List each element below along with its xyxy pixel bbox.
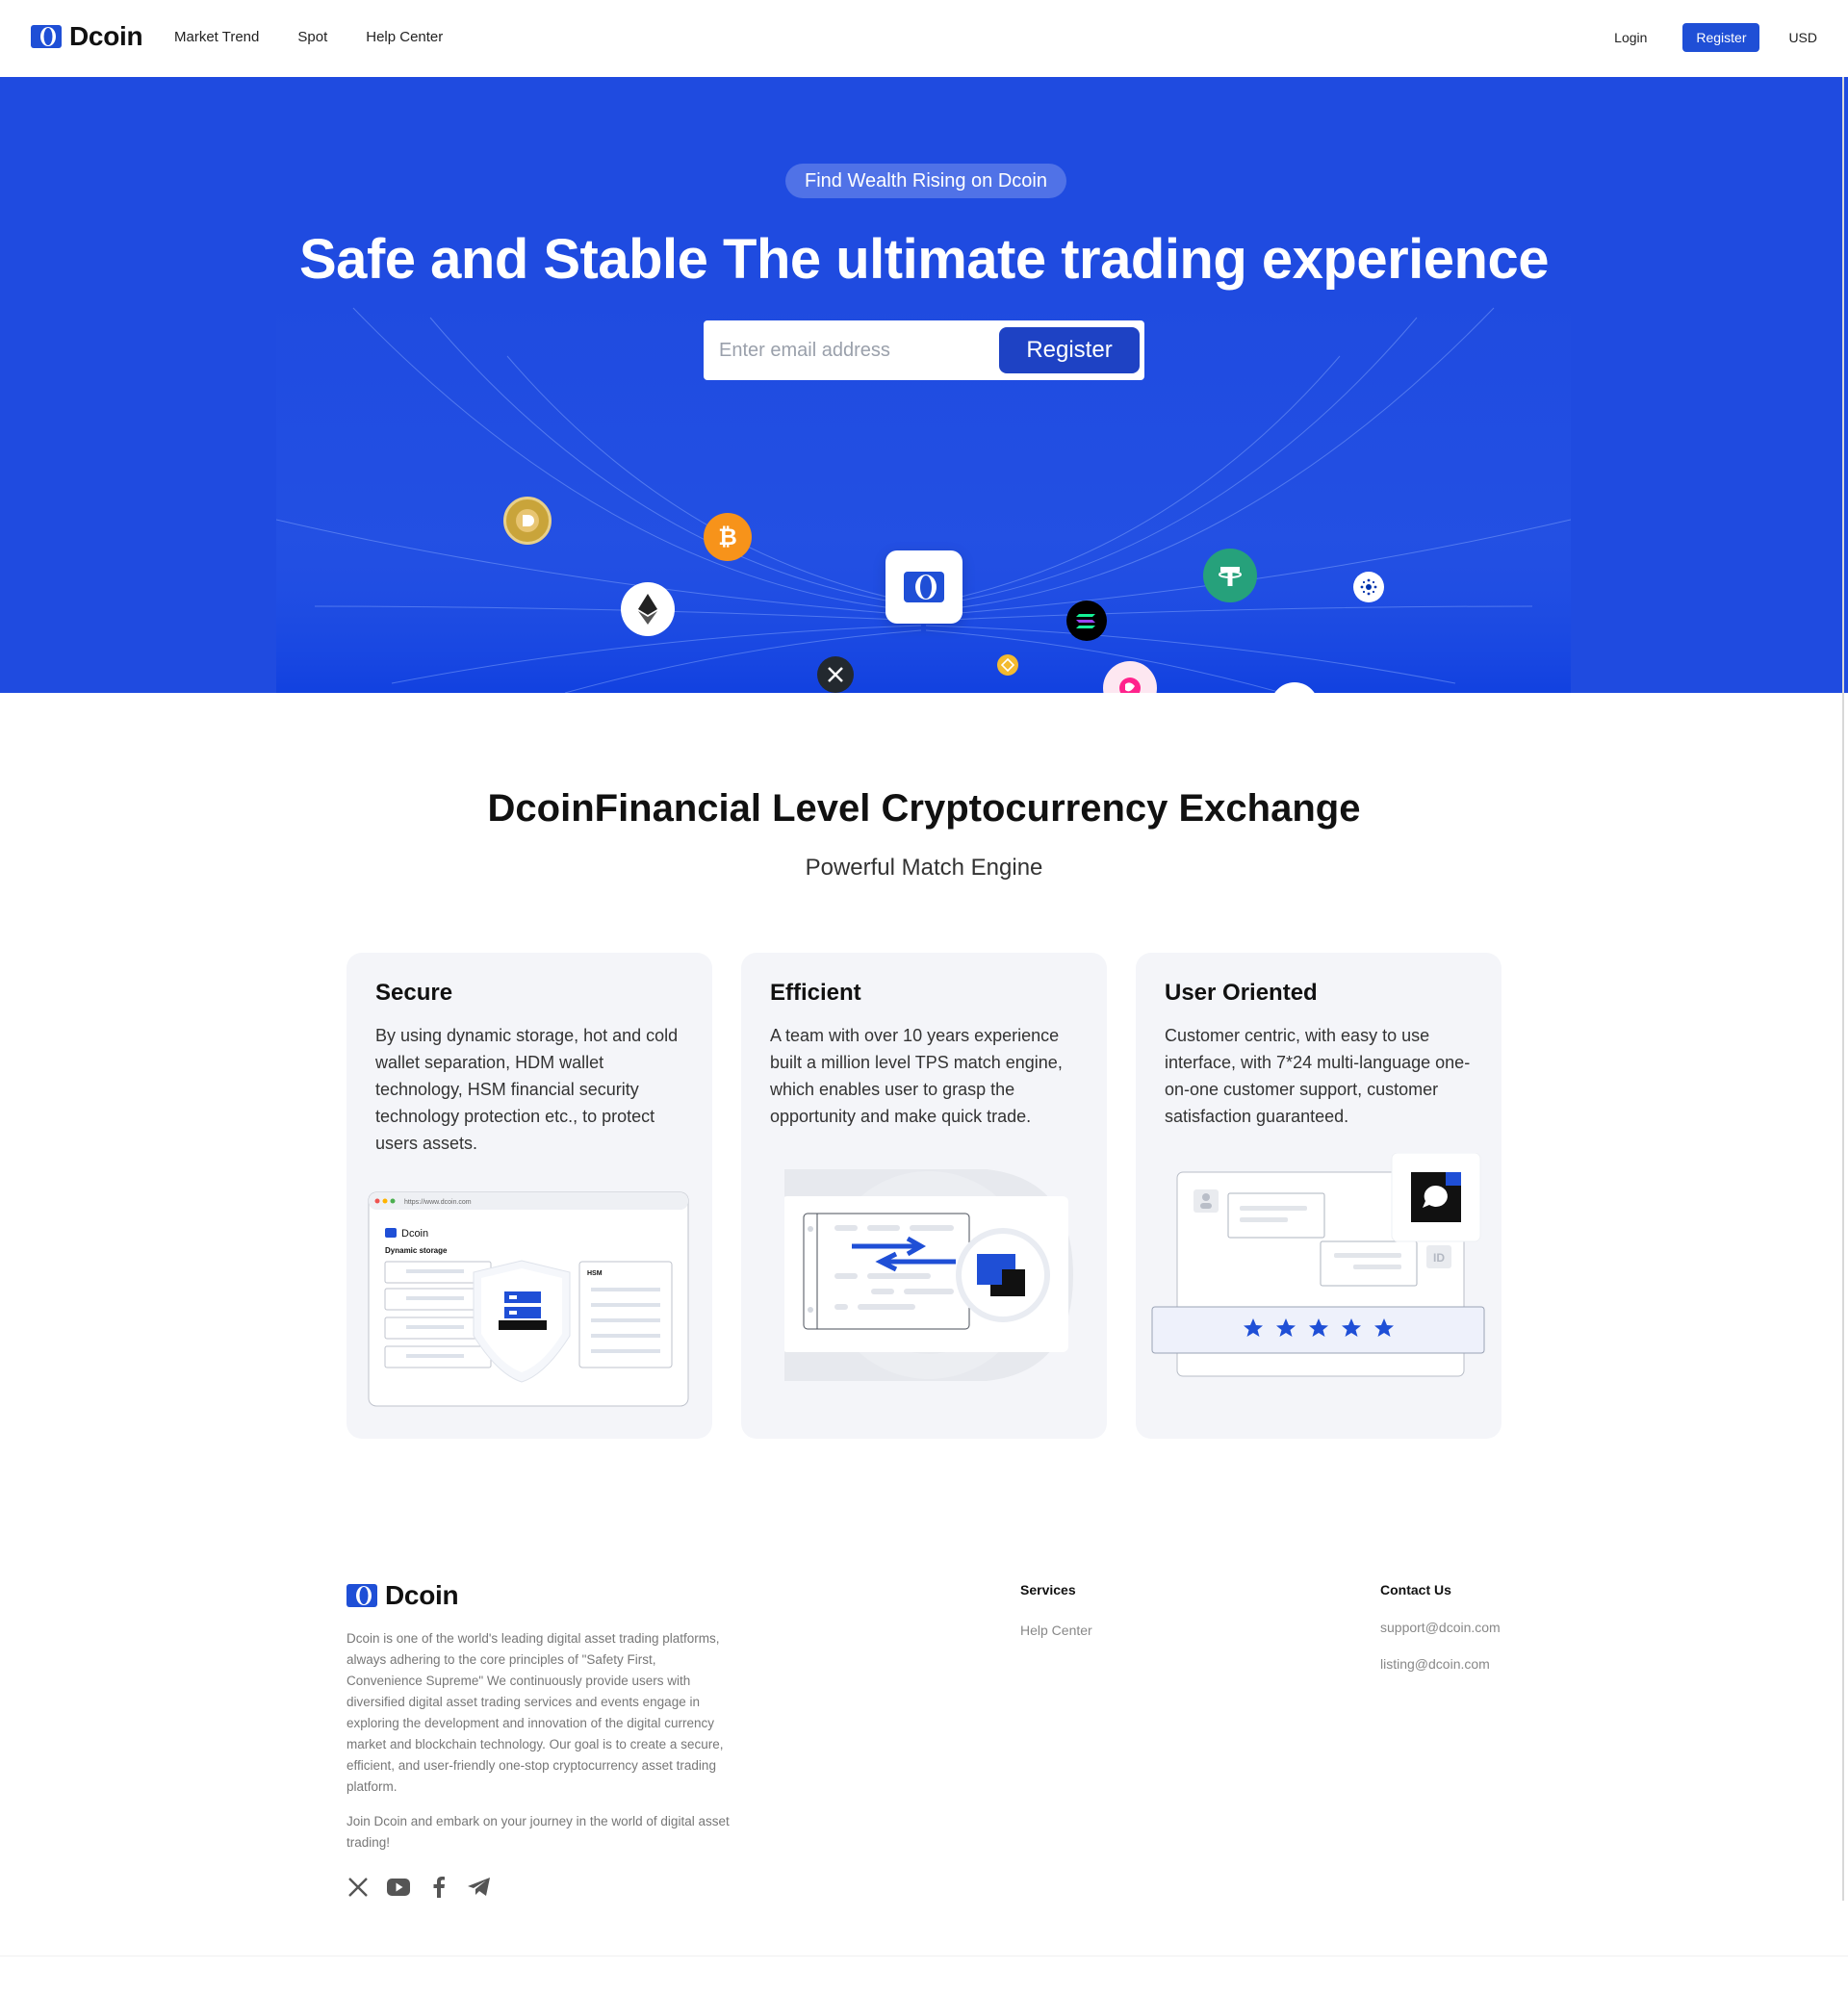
footer-join-text: Join Dcoin and embark on your journey in… [346,1814,730,1850]
illus-url: https://www.dcoin.com [404,1199,472,1206]
top-nav: Dcoin Market Trend Spot Help Center Logi… [0,0,1848,77]
hero-title: Safe and Stable The ultimate trading exp… [299,228,1549,291]
social-links [346,1876,491,1899]
nav-spot[interactable]: Spot [297,29,327,45]
nav-market-trend[interactable]: Market Trend [174,29,259,45]
hero-register-button[interactable]: Register [999,327,1140,373]
footer-logo[interactable]: Dcoin [346,1580,459,1611]
dcoin-logo-icon [346,1584,377,1607]
nav-actions: Login Register USD [1614,23,1817,52]
svg-text:ID: ID [1433,1251,1445,1265]
telegram-icon[interactable] [468,1876,491,1899]
footer-brand-name: Dcoin [385,1580,459,1610]
illus-label: Dynamic storage [385,1246,448,1255]
brand-name: Dcoin [69,21,143,51]
card-body: Customer centric, with easy to use inter… [1165,1026,1471,1126]
card-body: A team with over 10 years experience bui… [770,1026,1063,1126]
register-button[interactable]: Register [1682,23,1760,52]
bnb-icon [997,654,1018,676]
currency-selector[interactable]: USD [1788,30,1817,45]
user-oriented-illustration: ID [1151,1153,1485,1377]
hero-section: Find Wealth Rising on Dcoin Safe and Sta… [0,77,1848,693]
feature-card-user-oriented: User Oriented Customer centric, with eas… [1136,953,1502,1439]
footer-contact-title: Contact Us [1380,1582,1451,1598]
facebook-icon[interactable] [427,1876,450,1899]
x-icon[interactable] [346,1876,370,1899]
card-title: User Oriented [1165,980,1318,1006]
svg-text:₿: ₿ [718,524,737,550]
illus-hsm: HSM [587,1270,603,1277]
features-subtitle: Powerful Match Engine [805,855,1043,881]
solana-icon [1066,601,1107,641]
dcoin-logo-icon [904,572,944,602]
footer-services-title: Services [1020,1582,1076,1598]
hero-center-logo [886,550,962,624]
secure-illustration: https://www.dcoin.com Dcoin Dynamic stor… [368,1191,689,1407]
page-scrollbar[interactable] [1842,77,1844,1901]
footer-listing-email[interactable]: listing@dcoin.com [1380,1656,1490,1672]
hero-register-form: Register [704,320,1144,380]
hero-badge: Find Wealth Rising on Dcoin [785,164,1066,198]
feature-card-secure: Secure By using dynamic storage, hot and… [346,953,712,1439]
ethereum-icon [621,582,675,636]
youtube-icon[interactable] [387,1876,410,1899]
card-title: Efficient [770,980,861,1006]
footer-description: Dcoin is one of the world's leading digi… [346,1631,724,1794]
email-input[interactable] [708,339,999,362]
footer-help-center-link[interactable]: Help Center [1020,1623,1092,1638]
feature-card-efficient: Efficient A team with over 10 years expe… [741,953,1107,1439]
card-title: Secure [375,980,453,1006]
illus-brand: Dcoin [401,1228,428,1240]
bitcoin-icon: ₿ [704,513,752,561]
nav-help-center[interactable]: Help Center [366,29,443,45]
features-title: DcoinFinancial Level Cryptocurrency Exch… [487,787,1361,830]
cardano-icon [1353,572,1384,602]
dogecoin-icon [503,497,552,545]
login-link[interactable]: Login [1614,30,1647,45]
footer-support-email[interactable]: support@dcoin.com [1380,1620,1501,1635]
efficient-illustration [784,1169,1073,1381]
dcoin-logo-icon [31,25,62,48]
card-body: By using dynamic storage, hot and cold w… [375,1026,679,1153]
brand-logo[interactable]: Dcoin [31,21,143,52]
nav-links: Market Trend Spot Help Center [174,29,443,45]
tether-icon [1203,549,1257,602]
xrp-icon [817,656,854,693]
